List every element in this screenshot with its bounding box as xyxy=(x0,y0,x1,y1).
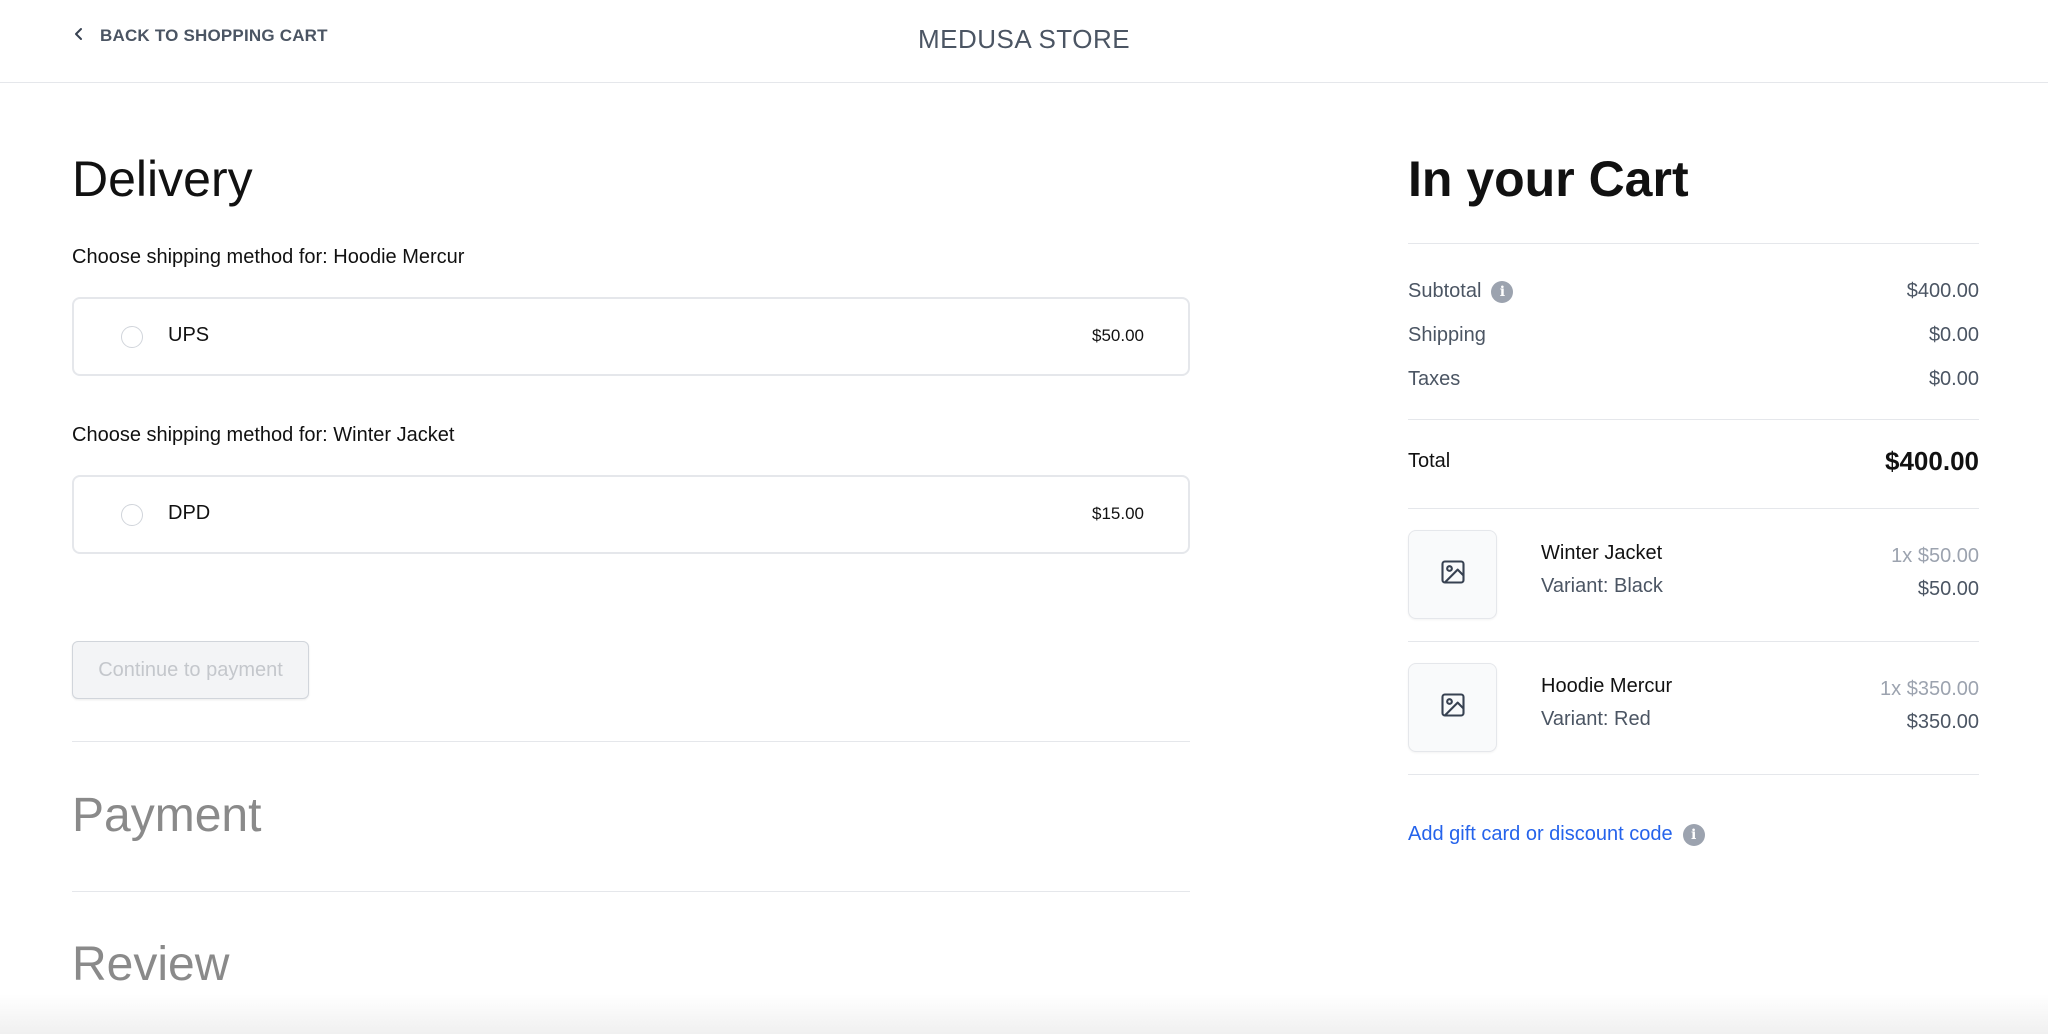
shipping-radio-ups[interactable] xyxy=(121,326,143,348)
payment-heading: Payment xyxy=(72,789,262,842)
shipping-group-label-1: Choose shipping method for: Hoodie Mercu… xyxy=(72,246,465,268)
item-total-price: $50.00 xyxy=(1917,578,1979,600)
cart-divider xyxy=(1408,508,1979,509)
gift-card-discount-label: Add gift card or discount code xyxy=(1408,823,1673,845)
item-unit-price: 1x $350.00 xyxy=(1880,678,1979,700)
store-title[interactable]: MEDUSA STORE xyxy=(0,24,2048,55)
cart-item: Winter Jacket Variant: Black 1x $50.00 $… xyxy=(1408,530,1979,620)
shipping-method-name: UPS xyxy=(168,324,210,346)
review-heading: Review xyxy=(72,938,230,991)
image-placeholder-icon xyxy=(1439,691,1467,724)
info-icon[interactable]: i xyxy=(1682,823,1705,846)
shipping-group-label-2: Choose shipping method for: Winter Jacke… xyxy=(72,424,455,446)
shipping-method-name: DPD xyxy=(168,502,211,524)
total-label: Total xyxy=(1408,450,1451,472)
bottom-shadow xyxy=(0,994,2048,1034)
subtotal-label: Subtotal xyxy=(1408,280,1482,302)
item-variant: Variant: Red xyxy=(1541,708,1651,730)
item-name[interactable]: Winter Jacket xyxy=(1541,542,1662,565)
cart-divider xyxy=(1408,774,1979,775)
shipping-method-price: $15.00 xyxy=(1092,504,1144,523)
top-header: BACK TO SHOPPING CART MEDUSA STORE xyxy=(0,0,2048,83)
item-total-price: $350.00 xyxy=(1906,711,1979,733)
product-thumbnail[interactable] xyxy=(1408,530,1497,619)
cart-divider xyxy=(1408,243,1979,244)
shipping-option-ups[interactable]: UPS $50.00 xyxy=(72,297,1190,376)
subtotal-row: Subtotal i $400.00 xyxy=(1408,280,1979,303)
shipping-option-dpd[interactable]: DPD $15.00 xyxy=(72,475,1190,554)
cart-divider xyxy=(1408,641,1979,642)
cart-item: Hoodie Mercur Variant: Red 1x $350.00 $3… xyxy=(1408,663,1979,753)
cart-divider xyxy=(1408,419,1979,420)
item-unit-price: 1x $50.00 xyxy=(1891,545,1979,567)
taxes-row: Taxes $0.00 xyxy=(1408,368,1979,391)
total-value: $400.00 xyxy=(1885,446,1979,476)
product-thumbnail[interactable] xyxy=(1408,663,1497,752)
subtotal-value: $400.00 xyxy=(1906,280,1979,302)
shipping-label: Shipping xyxy=(1408,324,1486,346)
shipping-row: Shipping $0.00 xyxy=(1408,324,1979,347)
continue-to-payment-button[interactable]: Continue to payment xyxy=(72,641,309,699)
image-placeholder-icon xyxy=(1439,558,1467,591)
gift-card-discount-link[interactable]: Add gift card or discount code i xyxy=(1408,823,1705,846)
shipping-value: $0.00 xyxy=(1928,324,1979,346)
section-divider xyxy=(72,741,1190,742)
cart-heading: In your Cart xyxy=(1408,151,1689,207)
total-row: Total $400.00 xyxy=(1408,446,1979,477)
shipping-method-price: $50.00 xyxy=(1092,326,1144,345)
shipping-radio-dpd[interactable] xyxy=(121,504,143,526)
taxes-label: Taxes xyxy=(1408,368,1461,390)
section-divider xyxy=(72,891,1190,892)
delivery-heading: Delivery xyxy=(72,151,253,207)
item-name[interactable]: Hoodie Mercur xyxy=(1541,675,1672,698)
item-variant: Variant: Black xyxy=(1541,575,1663,597)
info-icon[interactable]: i xyxy=(1491,280,1514,303)
taxes-value: $0.00 xyxy=(1928,368,1979,390)
